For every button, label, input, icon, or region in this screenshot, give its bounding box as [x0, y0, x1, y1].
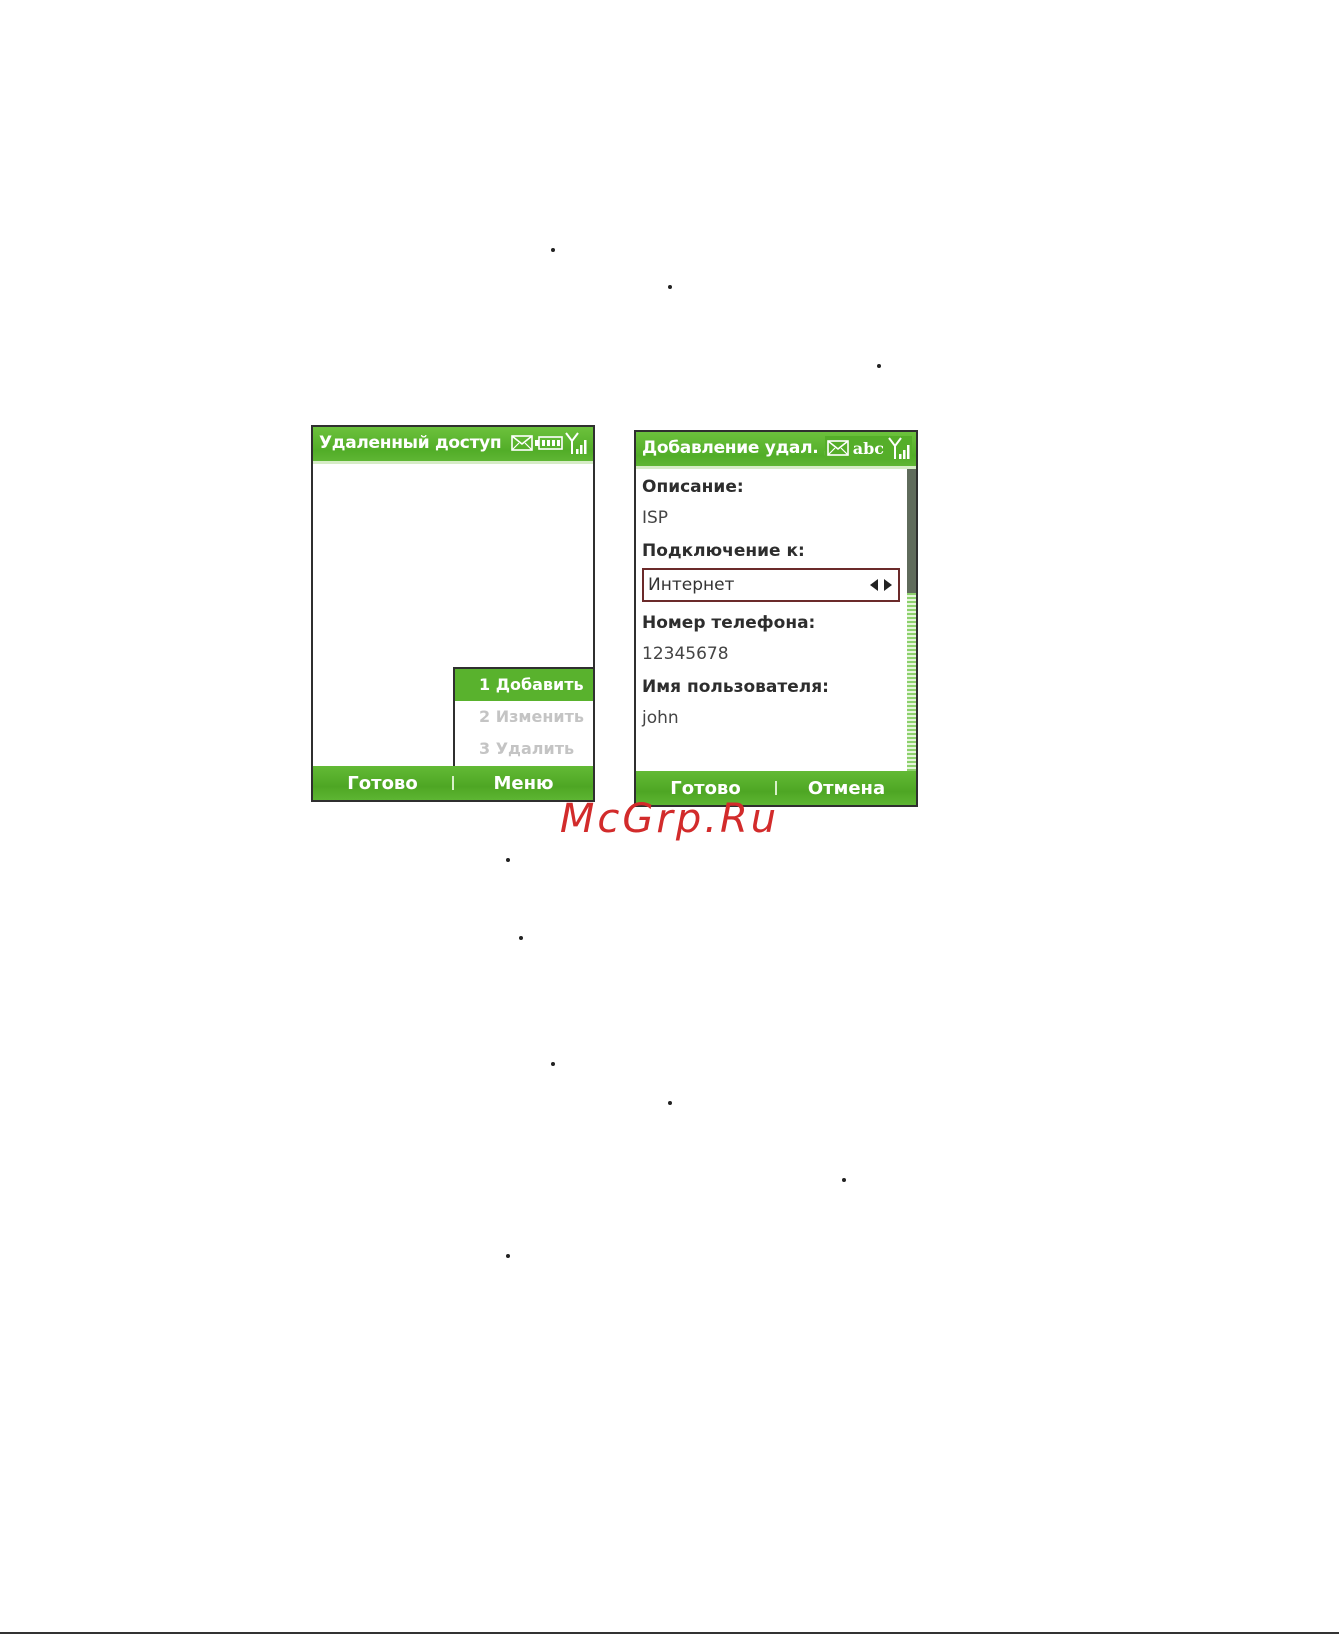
page-dot: [519, 936, 523, 940]
status-icons: abc: [824, 436, 912, 460]
done-button[interactable]: Готово: [313, 773, 452, 794]
title-bar: Удаленный доступ: [313, 427, 593, 464]
menu-item-add[interactable]: 1 Добавить: [455, 669, 593, 701]
page-dot: [877, 364, 881, 368]
arrow-left-icon[interactable]: [870, 579, 878, 591]
page-dot: [842, 1178, 846, 1182]
softkey-bar: Готово Меню: [313, 766, 593, 800]
envelope-icon: [511, 435, 533, 451]
page-dot: [551, 248, 555, 252]
menu-button[interactable]: Меню: [454, 773, 593, 794]
page-dot: [506, 1254, 510, 1258]
description-label: Описание:: [642, 477, 744, 497]
description-field[interactable]: ISP: [642, 507, 900, 529]
connection-form: Описание: ISP Подключение к: Интернет Но…: [642, 476, 900, 740]
page-dot: [668, 1101, 672, 1105]
status-icons: [511, 431, 589, 455]
phone-label: Номер телефона:: [642, 613, 816, 633]
signal-icon: [565, 432, 587, 454]
envelope-icon: [826, 440, 849, 456]
page-dot: [506, 858, 510, 862]
battery-icon: [535, 436, 563, 450]
username-label: Имя пользователя:: [642, 677, 829, 697]
arrow-right-icon[interactable]: [884, 579, 892, 591]
phone-screen-add-remote-access: Добавление удал. досту abc Описание: ISP…: [634, 430, 918, 807]
phone-screen-remote-access: Удаленный доступ 1 Добавить 2 Изменить 3…: [311, 425, 595, 802]
username-field[interactable]: john: [642, 707, 900, 729]
page-dot: [668, 285, 672, 289]
connect-to-select[interactable]: Интернет: [642, 568, 900, 602]
footer-rule: [0, 1632, 1339, 1634]
connect-to-value: Интернет: [648, 575, 735, 595]
page-dot: [551, 1062, 555, 1066]
menu-item-delete[interactable]: 3 Удалить: [455, 733, 593, 765]
screen-title: Удаленный доступ: [319, 433, 502, 453]
phone-field[interactable]: 12345678: [642, 643, 900, 665]
watermark: McGrp.Ru: [559, 796, 780, 842]
signal-icon: [888, 437, 910, 459]
select-arrows: [870, 579, 892, 591]
scroll-thumb[interactable]: [907, 469, 916, 593]
menu-item-edit[interactable]: 2 Изменить: [455, 701, 593, 733]
context-menu: 1 Добавить 2 Изменить 3 Удалить: [453, 667, 593, 770]
connect-to-label: Подключение к:: [642, 541, 805, 561]
scrollbar[interactable]: [907, 469, 916, 771]
input-mode-indicator: abc: [852, 438, 884, 458]
title-bar: Добавление удал. досту abc: [636, 432, 916, 469]
